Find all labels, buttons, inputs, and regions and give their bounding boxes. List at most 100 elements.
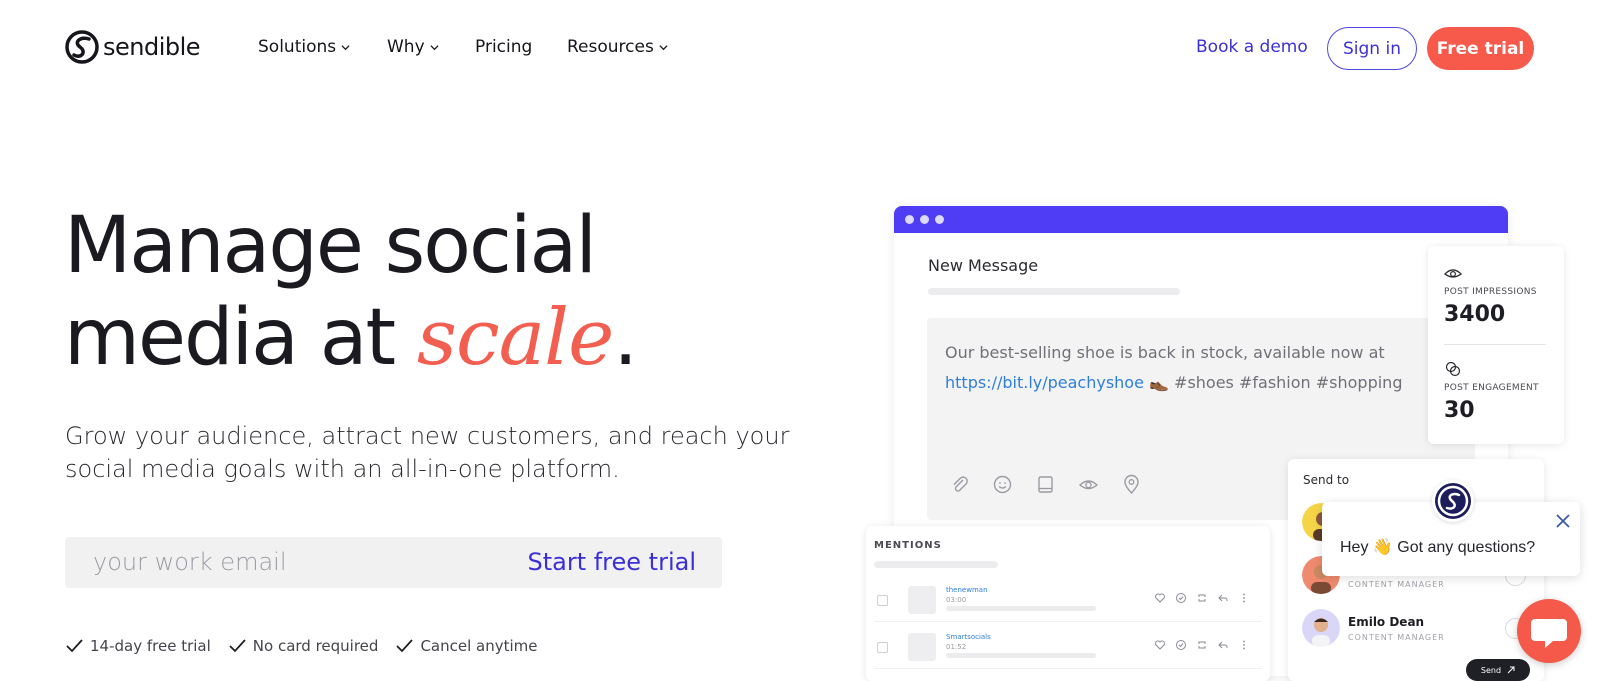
mention-row: thenewman 03:00 [874,582,1262,622]
window-dot [905,215,914,224]
compose-text-start: Our best-selling shoe is back in stock, … [945,343,1385,362]
more-icon [1243,593,1245,603]
placeholder-line [946,606,1096,611]
book-demo-link[interactable]: Book a demo [1196,37,1308,57]
trial-perks: 14-day free trial No card required Cance… [66,637,538,655]
heart-icon [1155,593,1165,603]
headline-line-2: media at [64,293,417,383]
hero-headline: Manage social media at scale. [64,200,638,384]
book-icon [1038,476,1053,493]
sendible-logo[interactable]: sendible [65,30,201,64]
start-free-trial-button[interactable]: Start free trial [527,548,696,576]
mention-row: Smartsocials 01:52 [874,629,1262,669]
chat-bubble-icon [1531,619,1567,648]
eye-icon [1444,269,1462,278]
nav-item-pricing[interactable]: Pricing [475,37,532,57]
mention-handle: thenewman [946,586,988,594]
headline-period: . [613,293,638,383]
nav-item-resources[interactable]: Resources [567,37,668,57]
checkmark-icon [229,639,246,653]
mention-actions [1154,639,1250,651]
window-dot [935,215,944,224]
send-label: Send [1480,665,1502,675]
window-dot [920,215,929,224]
mention-time: 01:52 [946,643,967,651]
mention-time: 03:00 [946,596,967,604]
close-icon[interactable] [1554,512,1572,530]
compose-link: https://bit.ly/peachyshoe [945,373,1144,392]
avatar [1302,609,1340,647]
chevron-down-icon [341,44,350,50]
new-message-title: New Message [928,256,1039,275]
more-icon [1243,640,1245,650]
perk-item: 14-day free trial [66,637,211,655]
post-impressions-value: 3400 [1444,302,1506,327]
perk-item: Cancel anytime [396,637,538,655]
chevron-down-icon [659,44,668,50]
send-to-title: Send to [1303,473,1350,487]
perk-item: No card required [229,637,379,655]
sendible-logo-icon [65,30,99,64]
placeholder-line [874,561,998,568]
check-circle-icon [1176,593,1186,603]
mention-handle: Smartsocials [946,633,991,641]
mention-thumbnail [908,633,936,661]
recipient-name: Emilo Dean [1348,615,1425,629]
compose-toolbar [949,474,1142,495]
mention-actions [1154,592,1250,604]
heart-icon [1155,640,1165,650]
retweet-icon [1198,641,1206,649]
chat-message: Hey 👋 Got any questions? [1340,539,1536,556]
mentions-title: MENTIONS [874,540,942,551]
recipient-role: CONTENT MANAGER [1348,580,1445,589]
work-email-input[interactable] [93,547,493,577]
sign-in-button[interactable]: Sign in [1327,27,1417,70]
top-navigation: sendible Solutions Why Pricing Resources… [0,0,1600,96]
perk-label: 14-day free trial [90,637,211,655]
arrow-up-right-icon [1507,666,1515,674]
mockup-title-bar [894,206,1508,233]
check-circle-icon [1176,640,1186,650]
headline-line-1: Manage social [64,201,597,291]
nav-item-why[interactable]: Why [387,37,439,57]
perk-label: No card required [252,637,379,655]
perk-label: Cancel anytime [420,637,538,655]
signup-form: Start free trial [65,537,722,588]
nav-item-label: Resources [567,37,654,57]
nav-item-label: Pricing [475,37,533,57]
reply-icon [1218,594,1228,602]
chat-launcher-button[interactable] [1517,599,1581,663]
row-checkbox [877,595,888,606]
mentions-panel: MENTIONS thenewman 03:00 Smartsocials 01… [866,526,1270,681]
chevron-down-icon [430,44,439,50]
post-impressions-label: POST IMPRESSIONS [1444,287,1537,297]
reply-icon [1218,641,1228,649]
mention-thumbnail [908,586,936,614]
chat-agent-avatar [1432,480,1474,522]
post-engagement-value: 30 [1444,398,1475,423]
checkmark-icon [66,639,83,653]
post-stats-card: POST IMPRESSIONS 3400 POST ENGAGEMENT 30 [1428,246,1564,444]
emoji-icon [993,475,1012,494]
placeholder-line [946,653,1096,658]
compose-text-end: 👞 #shoes #fashion #shopping [1143,373,1403,392]
nav-item-solutions[interactable]: Solutions [258,37,350,57]
placeholder-line [928,288,1180,295]
recipient-role: CONTENT MANAGER [1348,633,1445,642]
compose-text: Our best-selling shoe is back in stock, … [945,338,1425,398]
free-trial-button[interactable]: Free trial [1427,27,1534,70]
post-engagement-label: POST ENGAGEMENT [1444,383,1539,393]
paperclip-icon [953,476,968,492]
location-pin-icon [1124,474,1139,495]
eye-icon [1078,480,1099,490]
row-checkbox [877,642,888,653]
logo-wordmark: sendible [103,33,201,61]
checkmark-icon [396,639,414,653]
divider [1444,344,1546,345]
retweet-icon [1198,594,1206,602]
headline-accent-word: scale [416,293,614,383]
recipient-item: Emilo Dean CONTENT MANAGER [1302,609,1532,649]
engagement-icon [1445,361,1461,377]
nav-item-label: Solutions [258,37,337,57]
nav-item-label: Why [387,37,425,57]
